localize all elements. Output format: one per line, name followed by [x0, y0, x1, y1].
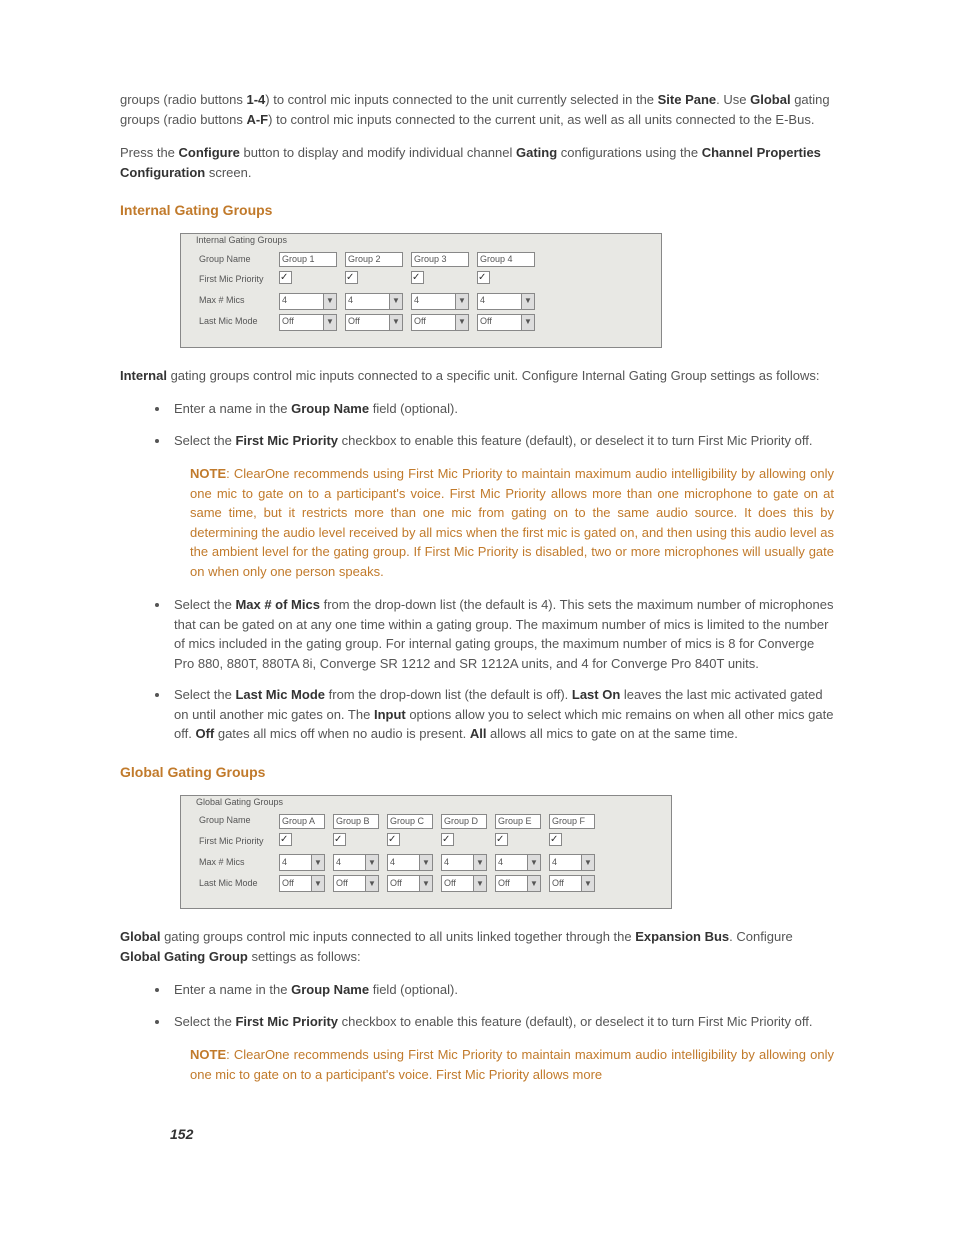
note-block: NOTE: ClearOne recommends using First Mi… — [190, 1045, 834, 1084]
panel-title: Internal Gating Groups — [193, 234, 290, 248]
internal-gating-heading: Internal Gating Groups — [120, 200, 834, 221]
group-name-input[interactable]: Group 2 — [345, 252, 403, 267]
chevron-down-icon: ▼ — [311, 876, 324, 891]
first-mic-checkbox[interactable] — [495, 833, 508, 846]
row-label: Group Name — [195, 812, 275, 831]
last-mic-select[interactable]: Off▼ — [279, 314, 337, 331]
chevron-down-icon: ▼ — [455, 294, 468, 309]
chevron-down-icon: ▼ — [521, 315, 534, 330]
row-label: Last Mic Mode — [195, 873, 275, 894]
chevron-down-icon: ▼ — [419, 855, 432, 870]
first-mic-checkbox[interactable] — [333, 833, 346, 846]
first-mic-checkbox[interactable] — [477, 271, 490, 284]
chevron-down-icon: ▼ — [323, 315, 336, 330]
global-gating-panel: Global Gating Groups Group Name Group A … — [180, 795, 672, 910]
list-item: Enter a name in the Group Name field (op… — [170, 980, 834, 1000]
last-mic-select[interactable]: Off▼ — [387, 875, 433, 892]
chevron-down-icon: ▼ — [473, 876, 486, 891]
chevron-down-icon: ▼ — [581, 855, 594, 870]
chevron-down-icon: ▼ — [389, 315, 402, 330]
chevron-down-icon: ▼ — [365, 876, 378, 891]
list-item: Select the Max # of Mics from the drop-d… — [170, 595, 834, 673]
list-item: Select the First Mic Priority checkbox t… — [170, 431, 834, 451]
group-name-input[interactable]: Group B — [333, 814, 379, 829]
max-mics-select[interactable]: 4▼ — [441, 854, 487, 871]
chevron-down-icon: ▼ — [365, 855, 378, 870]
chevron-down-icon: ▼ — [311, 855, 324, 870]
first-mic-checkbox[interactable] — [549, 833, 562, 846]
internal-gating-panel: Internal Gating Groups Group Name Group … — [180, 233, 662, 348]
chevron-down-icon: ▼ — [419, 876, 432, 891]
max-mics-select[interactable]: 4▼ — [279, 293, 337, 310]
row-label: Group Name — [195, 250, 275, 269]
group-name-input[interactable]: Group E — [495, 814, 541, 829]
last-mic-select[interactable]: Off▼ — [279, 875, 325, 892]
max-mics-select[interactable]: 4▼ — [411, 293, 469, 310]
list-item: Select the Last Mic Mode from the drop-d… — [170, 685, 834, 744]
internal-description: Internal gating groups control mic input… — [120, 366, 834, 386]
global-description: Global gating groups control mic inputs … — [120, 927, 834, 966]
max-mics-select[interactable]: 4▼ — [387, 854, 433, 871]
internal-steps-list: Enter a name in the Group Name field (op… — [120, 399, 834, 450]
first-mic-checkbox[interactable] — [345, 271, 358, 284]
global-steps-list: Enter a name in the Group Name field (op… — [120, 980, 834, 1031]
last-mic-select[interactable]: Off▼ — [345, 314, 403, 331]
max-mics-select[interactable]: 4▼ — [477, 293, 535, 310]
chevron-down-icon: ▼ — [527, 876, 540, 891]
first-mic-checkbox[interactable] — [387, 833, 400, 846]
last-mic-select[interactable]: Off▼ — [441, 875, 487, 892]
last-mic-select[interactable]: Off▼ — [549, 875, 595, 892]
max-mics-select[interactable]: 4▼ — [345, 293, 403, 310]
max-mics-select[interactable]: 4▼ — [333, 854, 379, 871]
chevron-down-icon: ▼ — [581, 876, 594, 891]
chevron-down-icon: ▼ — [323, 294, 336, 309]
last-mic-select[interactable]: Off▼ — [477, 314, 535, 331]
last-mic-select[interactable]: Off▼ — [411, 314, 469, 331]
row-label: Max # Mics — [195, 852, 275, 873]
intro-paragraph: groups (radio buttons 1-4) to control mi… — [120, 90, 834, 129]
group-name-input[interactable]: Group C — [387, 814, 433, 829]
first-mic-checkbox[interactable] — [411, 271, 424, 284]
chevron-down-icon: ▼ — [455, 315, 468, 330]
chevron-down-icon: ▼ — [389, 294, 402, 309]
list-item: Select the First Mic Priority checkbox t… — [170, 1012, 834, 1032]
row-label: First Mic Priority — [195, 269, 275, 291]
internal-steps-list-2: Select the Max # of Mics from the drop-d… — [120, 595, 834, 744]
last-mic-select[interactable]: Off▼ — [333, 875, 379, 892]
row-label: Max # Mics — [195, 291, 275, 312]
max-mics-select[interactable]: 4▼ — [279, 854, 325, 871]
group-name-input[interactable]: Group D — [441, 814, 487, 829]
first-mic-checkbox[interactable] — [441, 833, 454, 846]
global-gating-heading: Global Gating Groups — [120, 762, 834, 783]
list-item: Enter a name in the Group Name field (op… — [170, 399, 834, 419]
max-mics-select[interactable]: 4▼ — [495, 854, 541, 871]
row-label: Last Mic Mode — [195, 312, 275, 333]
group-name-input[interactable]: Group F — [549, 814, 595, 829]
page-number: 152 — [170, 1124, 834, 1145]
group-name-input[interactable]: Group A — [279, 814, 325, 829]
group-name-input[interactable]: Group 1 — [279, 252, 337, 267]
row-label: First Mic Priority — [195, 831, 275, 853]
chevron-down-icon: ▼ — [521, 294, 534, 309]
first-mic-checkbox[interactable] — [279, 271, 292, 284]
first-mic-checkbox[interactable] — [279, 833, 292, 846]
press-paragraph: Press the Configure button to display an… — [120, 143, 834, 182]
panel-title: Global Gating Groups — [193, 796, 286, 810]
group-name-input[interactable]: Group 3 — [411, 252, 469, 267]
chevron-down-icon: ▼ — [473, 855, 486, 870]
note-block: NOTE: ClearOne recommends using First Mi… — [190, 464, 834, 581]
group-name-input[interactable]: Group 4 — [477, 252, 535, 267]
last-mic-select[interactable]: Off▼ — [495, 875, 541, 892]
max-mics-select[interactable]: 4▼ — [549, 854, 595, 871]
chevron-down-icon: ▼ — [527, 855, 540, 870]
